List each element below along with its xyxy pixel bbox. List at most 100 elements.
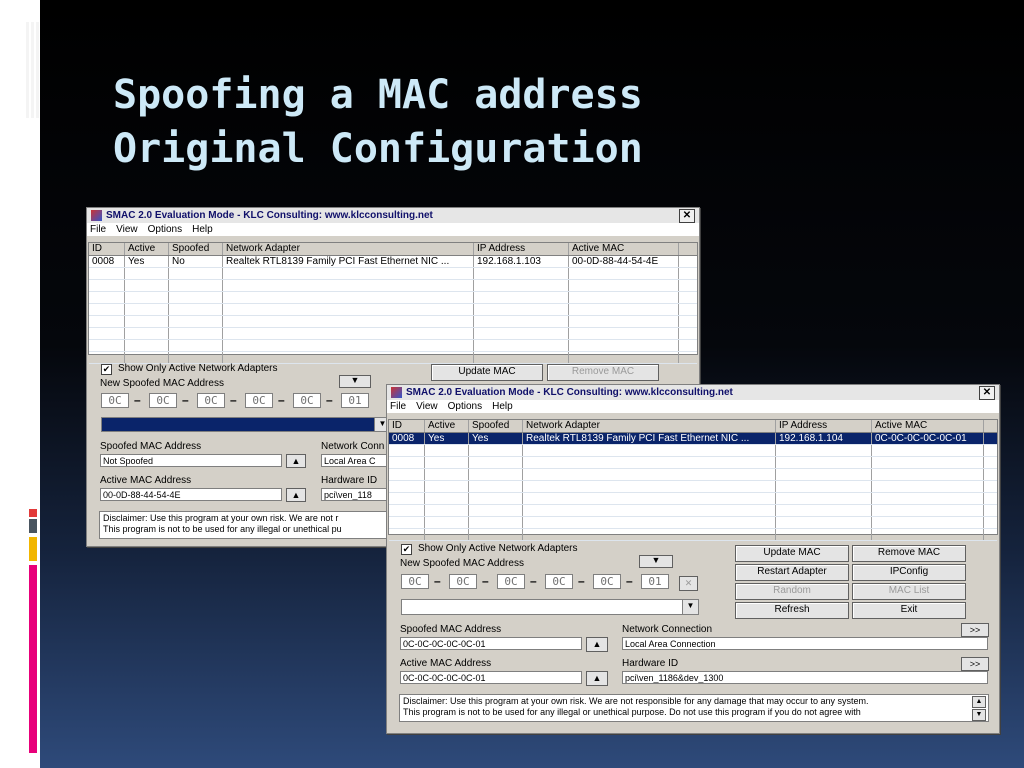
menu-view[interactable]: View — [116, 224, 138, 235]
menu-file[interactable]: File — [90, 224, 106, 235]
cell-mac: 00-0D-88-44-54-4E — [569, 256, 679, 267]
col-active[interactable]: Active — [125, 243, 169, 255]
refresh-button[interactable]: Refresh — [735, 602, 849, 619]
menubar: File View Options Help — [87, 223, 699, 236]
empty-cell — [125, 292, 169, 303]
cell-active: Yes — [125, 256, 169, 267]
col-id[interactable]: ID — [389, 420, 425, 432]
menu-view[interactable]: View — [416, 401, 438, 412]
octet-4[interactable]: 0C — [545, 574, 573, 589]
empty-cell — [569, 352, 679, 363]
cell-active: Yes — [425, 433, 469, 444]
adapter-combo[interactable]: ▼ — [401, 599, 699, 615]
menu-options[interactable]: Options — [148, 224, 182, 235]
col-active-mac[interactable]: Active MAC — [872, 420, 984, 432]
col-ip-address[interactable]: IP Address — [474, 243, 569, 255]
empty-cell — [872, 493, 984, 504]
empty-table-row — [89, 340, 697, 352]
octet-dropdown-button[interactable]: ▼ — [639, 555, 673, 568]
octet-4[interactable]: 0C — [245, 393, 273, 408]
copy-spoofed-button[interactable]: ▲ — [286, 454, 306, 468]
titlebar: SMAC 2.0 Evaluation Mode - KLC Consultin… — [87, 208, 699, 223]
octet-1[interactable]: 0C — [401, 574, 429, 589]
octet-6[interactable]: 01 — [341, 393, 369, 408]
empty-cell — [569, 280, 679, 291]
empty-cell — [89, 328, 125, 339]
octet-1[interactable]: 0C — [101, 393, 129, 408]
copy-active-button[interactable]: ▲ — [586, 671, 608, 686]
menu-file[interactable]: File — [390, 401, 406, 412]
col-active-mac[interactable]: Active MAC — [569, 243, 679, 255]
octet-2[interactable]: 0C — [149, 393, 177, 408]
disclaimer-scroll-down[interactable]: ▼ — [972, 709, 986, 721]
copy-active-button[interactable]: ▲ — [286, 488, 306, 502]
disclaimer-line2: This program is not to be used for any i… — [103, 524, 342, 534]
col-network-adapter[interactable]: Network Adapter — [523, 420, 776, 432]
copy-spoofed-button[interactable]: ▲ — [586, 637, 608, 652]
empty-cell — [169, 340, 223, 351]
empty-cell — [776, 445, 872, 456]
col-spoofed[interactable]: Spoofed — [169, 243, 223, 255]
empty-cell — [776, 481, 872, 492]
cell-adapter: Realtek RTL8139 Family PCI Fast Ethernet… — [223, 256, 474, 267]
empty-cell — [469, 493, 523, 504]
empty-cell — [223, 340, 474, 351]
empty-cell — [474, 328, 569, 339]
remove-mac-button[interactable]: Remove MAC — [852, 545, 966, 562]
ipconfig-button[interactable]: IPConfig — [852, 564, 966, 581]
menu-help[interactable]: Help — [192, 224, 213, 235]
empty-cell — [425, 457, 469, 468]
empty-cell — [425, 517, 469, 528]
empty-table-row — [89, 292, 697, 304]
network-connection-more-button[interactable]: >> — [961, 623, 989, 637]
exit-button[interactable]: Exit — [852, 602, 966, 619]
adapter-combo[interactable]: ▼ — [101, 417, 391, 432]
octet-3[interactable]: 0C — [197, 393, 225, 408]
menu-help[interactable]: Help — [492, 401, 513, 412]
new-mac-label: New Spoofed MAC Address — [100, 378, 224, 389]
col-active[interactable]: Active — [425, 420, 469, 432]
cell-mac: 0C-0C-0C-0C-0C-01 — [872, 433, 984, 444]
mac-list-button[interactable]: MAC List — [852, 583, 966, 600]
empty-cell — [125, 280, 169, 291]
slide-title-line1: Spoofing a MAC address — [113, 72, 643, 118]
restart-adapter-button[interactable]: Restart Adapter — [735, 564, 849, 581]
disclaimer-box: Disclaimer: Use this program at your own… — [99, 511, 399, 539]
octet-3[interactable]: 0C — [497, 574, 525, 589]
update-mac-button[interactable]: Update MAC — [735, 545, 849, 562]
empty-cell — [469, 445, 523, 456]
octet-6[interactable]: 01 — [641, 574, 669, 589]
octet-5[interactable]: 0C — [293, 393, 321, 408]
empty-table-row — [389, 457, 997, 469]
table-row[interactable]: 0008 Yes Yes Realtek RTL8139 Family PCI … — [389, 433, 997, 445]
show-active-checkbox[interactable]: ✔ — [101, 364, 112, 375]
empty-cell — [523, 529, 776, 540]
empty-cell — [389, 469, 425, 480]
disclaimer-scroll-up[interactable]: ▲ — [972, 696, 986, 708]
clear-octets-button[interactable]: ✕ — [679, 576, 698, 591]
octet-5[interactable]: 0C — [593, 574, 621, 589]
empty-cell — [223, 316, 474, 327]
close-button[interactable]: ✕ — [979, 386, 995, 400]
col-ip-address[interactable]: IP Address — [776, 420, 872, 432]
close-button[interactable]: ✕ — [679, 209, 695, 223]
col-network-adapter[interactable]: Network Adapter — [223, 243, 474, 255]
col-spoofed[interactable]: Spoofed — [469, 420, 523, 432]
smac-window-front: SMAC 2.0 Evaluation Mode - KLC Consultin… — [386, 384, 1000, 734]
empty-cell — [474, 352, 569, 363]
hardware-id-more-button[interactable]: >> — [961, 657, 989, 671]
show-active-label: Show Only Active Network Adapters — [118, 363, 278, 374]
empty-cell — [469, 529, 523, 540]
octet-dropdown-button[interactable]: ▼ — [339, 375, 371, 388]
spoofed-mac-field: Not Spoofed — [100, 454, 282, 467]
empty-cell — [389, 517, 425, 528]
update-mac-button[interactable]: Update MAC — [431, 364, 543, 381]
random-button[interactable]: Random — [735, 583, 849, 600]
empty-cell — [569, 304, 679, 315]
col-id[interactable]: ID — [89, 243, 125, 255]
menu-options[interactable]: Options — [448, 401, 482, 412]
show-active-checkbox[interactable]: ✔ — [401, 544, 412, 555]
octet-2[interactable]: 0C — [449, 574, 477, 589]
remove-mac-button[interactable]: Remove MAC — [547, 364, 659, 381]
table-row[interactable]: 0008 Yes No Realtek RTL8139 Family PCI F… — [89, 256, 697, 268]
